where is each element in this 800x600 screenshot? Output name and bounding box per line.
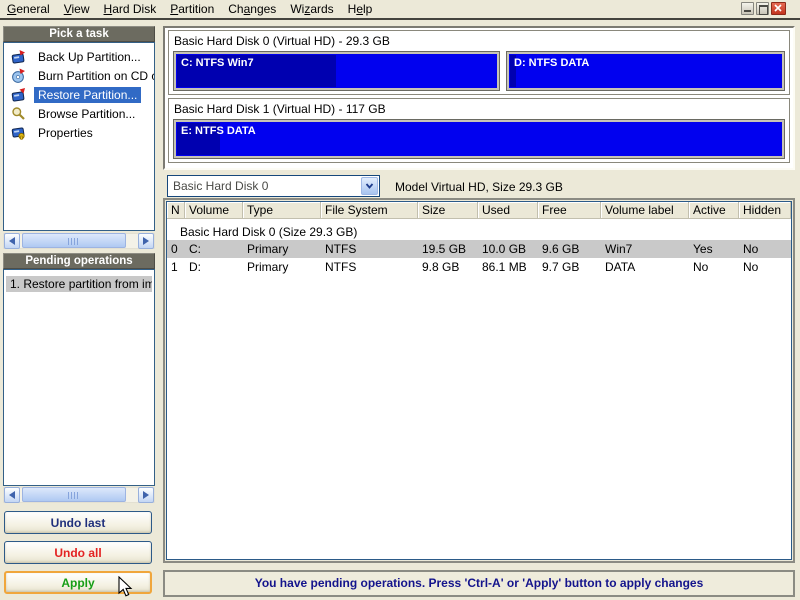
disk-map-panel: Basic Hard Disk 0 (Virtual HD) - 29.3 GB… — [163, 26, 795, 170]
menu-general[interactable]: General — [0, 0, 57, 18]
task-label: Properties — [38, 125, 93, 140]
disk-selector-combobox[interactable]: Basic Hard Disk 0 — [167, 175, 380, 197]
table-row[interactable]: 0 C: Primary NTFS 19.5 GB 10.0 GB 9.6 GB… — [167, 240, 791, 258]
disk-label: Basic Hard Disk 0 (Virtual HD) - 29.3 GB — [174, 34, 390, 48]
minimize-button[interactable] — [741, 2, 754, 15]
menu-changes[interactable]: Changes — [221, 0, 283, 18]
scrollbar-thumb[interactable] — [22, 233, 126, 248]
scrollbar-track[interactable] — [20, 487, 138, 503]
arrow-left-icon — [9, 237, 15, 245]
arrow-left-icon — [9, 491, 15, 499]
table-group-row: Basic Hard Disk 0 (Size 29.3 GB) — [180, 225, 358, 239]
window-controls — [741, 2, 786, 15]
disk-label: Basic Hard Disk 1 (Virtual HD) - 117 GB — [174, 102, 386, 116]
pending-list-scrollbar[interactable] — [3, 487, 155, 503]
pending-operation-item[interactable]: 1. Restore partition from im — [6, 276, 152, 292]
disk-group-1: Basic Hard Disk 1 (Virtual HD) - 117 GB … — [168, 98, 790, 163]
task-label: Burn Partition on CD c — [38, 68, 155, 83]
maximize-button[interactable] — [756, 2, 769, 15]
col-header-n[interactable]: N — [167, 202, 185, 219]
disk-group-0: Basic Hard Disk 0 (Virtual HD) - 29.3 GB… — [168, 30, 790, 95]
menubar: General View Hard Disk Partition Changes… — [0, 0, 800, 18]
menu-hard-disk[interactable]: Hard Disk — [97, 0, 164, 18]
task-restore-partition[interactable]: Restore Partition... — [4, 85, 154, 104]
col-header-size[interactable]: Size — [418, 202, 478, 219]
scroll-right-button[interactable] — [138, 487, 154, 503]
task-label: Back Up Partition... — [38, 49, 141, 64]
menu-wizards[interactable]: Wizards — [283, 0, 340, 18]
col-header-volume[interactable]: Volume — [185, 202, 243, 219]
menubar-separator — [0, 18, 800, 20]
restore-disk-icon — [11, 88, 25, 102]
arrow-right-icon — [143, 237, 149, 245]
status-bar: You have pending operations. Press 'Ctrl… — [163, 570, 795, 597]
burn-cd-icon — [12, 68, 25, 83]
arrow-right-icon — [143, 491, 149, 499]
task-burn-partition-cd[interactable]: Burn Partition on CD c — [4, 66, 154, 85]
partition-d[interactable]: D: NTFS DATA — [506, 51, 785, 91]
task-browse-partition[interactable]: Browse Partition... — [4, 104, 154, 123]
chevron-down-icon — [365, 183, 374, 189]
partition-row: E: NTFS DATA — [173, 119, 785, 159]
pending-operations-list: 1. Restore partition from im — [3, 269, 155, 486]
col-header-active[interactable]: Active — [689, 202, 739, 219]
scrollbar-track[interactable] — [20, 233, 138, 249]
app-window: General View Hard Disk Partition Changes… — [0, 0, 800, 600]
task-list-scrollbar[interactable] — [3, 233, 155, 249]
partition-e[interactable]: E: NTFS DATA — [173, 119, 785, 159]
disk-model-info: Model Virtual HD, Size 29.3 GB — [395, 180, 563, 194]
task-backup-partition[interactable]: Back Up Partition... — [4, 47, 154, 66]
col-header-file-system[interactable]: File System — [321, 202, 418, 219]
scroll-left-button[interactable] — [4, 233, 20, 249]
scroll-right-button[interactable] — [138, 233, 154, 249]
undo-last-button[interactable]: Undo last — [4, 511, 152, 534]
task-label: Browse Partition... — [38, 106, 136, 121]
partition-label: E: NTFS DATA — [181, 125, 256, 137]
browse-magnifier-icon — [12, 107, 25, 120]
menu-help[interactable]: Help — [341, 0, 380, 18]
backup-disk-icon — [11, 50, 25, 64]
dropdown-button[interactable] — [361, 177, 378, 195]
col-header-hidden[interactable]: Hidden — [739, 202, 791, 219]
col-header-type[interactable]: Type — [243, 202, 321, 219]
partition-c[interactable]: C: NTFS Win7 — [173, 51, 500, 91]
task-label: Restore Partition... — [34, 86, 142, 103]
pending-operations-header: Pending operations — [3, 253, 155, 269]
table-row[interactable]: 1 D: Primary NTFS 9.8 GB 86.1 MB 9.7 GB … — [167, 258, 791, 276]
volumes-table: N Volume Type File System Size Used Free… — [166, 201, 792, 560]
volumes-table-frame: N Volume Type File System Size Used Free… — [163, 198, 795, 563]
col-header-free[interactable]: Free — [538, 202, 601, 219]
task-list: Back Up Partition... Burn Partition on C… — [3, 42, 155, 231]
partition-row: C: NTFS Win7 D: NTFS DATA — [173, 51, 785, 91]
properties-disk-icon — [11, 127, 25, 140]
mouse-cursor — [118, 576, 133, 597]
close-button[interactable] — [771, 2, 786, 15]
partition-label: D: NTFS DATA — [514, 57, 590, 69]
disk-selector-value: Basic Hard Disk 0 — [173, 179, 269, 193]
partition-label: C: NTFS Win7 — [181, 57, 254, 69]
menu-partition[interactable]: Partition — [163, 0, 221, 18]
col-header-used[interactable]: Used — [478, 202, 538, 219]
table-header-row: N Volume Type File System Size Used Free… — [167, 202, 791, 219]
col-header-volume-label[interactable]: Volume label — [601, 202, 689, 219]
menu-view[interactable]: View — [57, 0, 97, 18]
scrollbar-thumb[interactable] — [22, 487, 126, 502]
task-properties[interactable]: Properties — [4, 123, 154, 142]
scroll-left-button[interactable] — [4, 487, 20, 503]
pick-a-task-header: Pick a task — [3, 26, 155, 42]
undo-all-button[interactable]: Undo all — [4, 541, 152, 564]
